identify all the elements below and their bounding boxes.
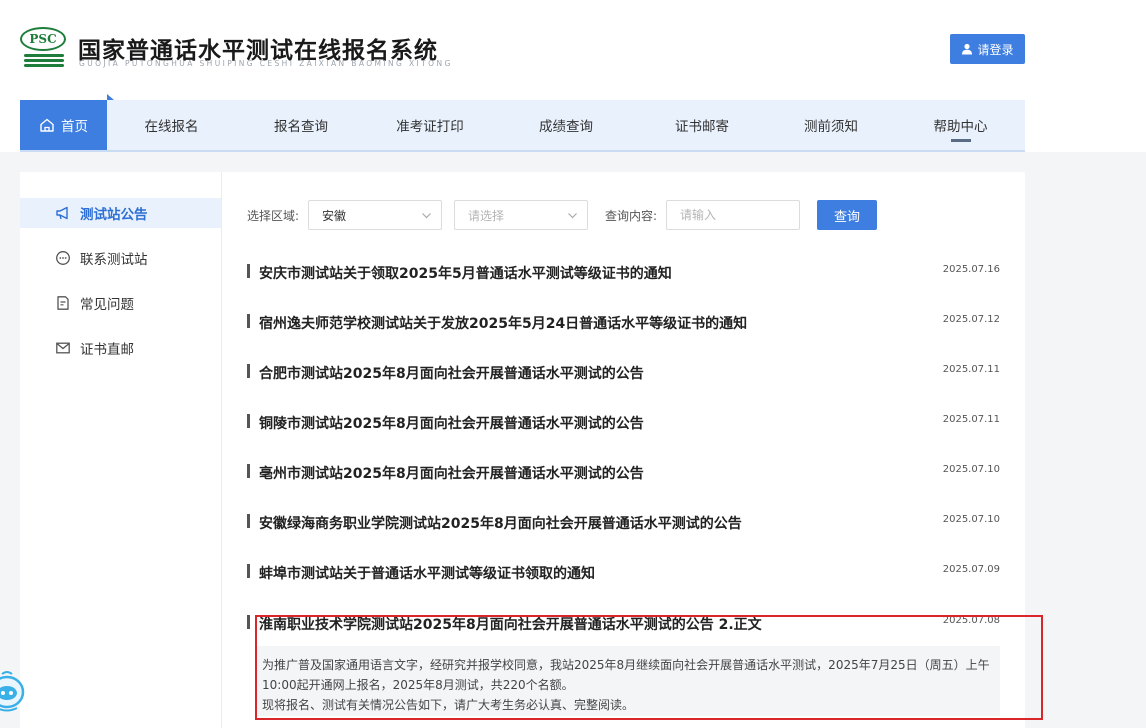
notice-bullet-bar bbox=[247, 514, 250, 528]
home-icon bbox=[40, 118, 54, 132]
notice-title[interactable]: 淮南职业技术学院测试站2025年8月面向社会开展普通话水平测试的公告 2.正文 bbox=[259, 614, 762, 634]
notice-bullet-bar bbox=[247, 615, 250, 629]
nav-label: 成绩查询 bbox=[539, 119, 593, 135]
notice-title[interactable]: 亳州市测试站2025年8月面向社会开展普通话水平测试的公告 bbox=[259, 463, 644, 483]
region-label: 选择区域: bbox=[247, 209, 300, 223]
notice-date: 2025.07.08 bbox=[942, 615, 1000, 626]
content-label: 查询内容: bbox=[605, 209, 658, 223]
notice-excerpt: 为推广普及国家通用语言文字，经研究并报学校同意，我站2025年8月继续面向社会开… bbox=[257, 646, 1000, 716]
notice-title[interactable]: 宿州逸夫师范学校测试站关于发放2025年5月24日普通话水平等级证书的通知 bbox=[259, 313, 747, 333]
excerpt-line: 为推广普及国家通用语言文字，经研究并报学校同意，我站2025年8月继续面向社会开… bbox=[262, 658, 990, 672]
notice-item[interactable]: 安庆市测试站关于领取2025年5月普通话水平测试等级证书的通知 2025.07.… bbox=[247, 257, 1000, 287]
notice-title[interactable]: 铜陵市测试站2025年8月面向社会开展普通话水平测试的公告 bbox=[259, 413, 644, 433]
mail-icon bbox=[56, 342, 70, 354]
notice-bullet-bar bbox=[247, 264, 250, 278]
nav-active-underline bbox=[950, 139, 971, 142]
notice-date: 2025.07.10 bbox=[942, 464, 1000, 475]
notice-item[interactable]: 安徽绿海商务职业学院测试站2025年8月面向社会开展普通话水平测试的公告 202… bbox=[247, 507, 1000, 537]
excerpt-line: 10:00起开通网上报名，2025年8月测试，共220个名额。 bbox=[262, 678, 574, 692]
nav-item-online-registration[interactable]: 在线报名 bbox=[107, 100, 236, 150]
sidebar-item-station-notices[interactable]: 测试站公告 bbox=[20, 198, 221, 228]
city-select[interactable]: 请选择 bbox=[454, 200, 588, 230]
city-placeholder: 请选择 bbox=[468, 208, 505, 223]
notice-title[interactable]: 安庆市测试站关于领取2025年5月普通话水平测试等级证书的通知 bbox=[259, 263, 672, 283]
chat-icon bbox=[56, 251, 70, 265]
sidebar: 测试站公告 联系测试站 常见问题 证书直邮 bbox=[20, 172, 222, 728]
sidebar-item-label: 联系测试站 bbox=[80, 252, 148, 268]
notice-date: 2025.07.11 bbox=[942, 414, 1000, 425]
site-subtitle: GUOJIA PUTONGHUA SHUIPING CESHI ZAIXIAN … bbox=[79, 59, 453, 68]
nav-item-admission-ticket[interactable]: 准考证打印 bbox=[366, 100, 494, 150]
province-select[interactable]: 安徽 bbox=[308, 200, 442, 230]
notice-bullet-bar bbox=[247, 314, 250, 328]
notice-item[interactable]: 亳州市测试站2025年8月面向社会开展普通话水平测试的公告 2025.07.10 bbox=[247, 457, 1000, 487]
nav-label: 证书邮寄 bbox=[675, 119, 729, 135]
notice-item[interactable]: 蚌埠市测试站关于普通话水平测试等级证书领取的通知 2025.07.09 bbox=[247, 557, 1000, 587]
sidebar-item-faq[interactable]: 常见问题 bbox=[20, 288, 221, 318]
sidebar-item-label: 常见问题 bbox=[80, 297, 134, 313]
nav-label: 首页 bbox=[61, 119, 88, 135]
logo-text: PSC bbox=[20, 27, 66, 51]
chevron-down-icon bbox=[568, 213, 577, 219]
nav-label: 测前须知 bbox=[804, 119, 858, 135]
notice-bullet-bar bbox=[247, 414, 250, 428]
psc-logo: PSC bbox=[20, 27, 68, 73]
notice-bullet-bar bbox=[247, 364, 250, 378]
content-card: 测试站公告 联系测试站 常见问题 证书直邮 选择区域: 安徽 请选择 查询内容:… bbox=[20, 172, 1025, 728]
sidebar-item-contact-station[interactable]: 联系测试站 bbox=[20, 243, 221, 273]
nav-item-score-query[interactable]: 成绩查询 bbox=[494, 100, 638, 150]
login-label: 请登录 bbox=[977, 42, 1014, 57]
nav-item-certificate-mail[interactable]: 证书邮寄 bbox=[638, 100, 766, 150]
user-icon bbox=[962, 43, 973, 55]
notice-item[interactable]: 铜陵市测试站2025年8月面向社会开展普通话水平测试的公告 2025.07.11 bbox=[247, 407, 1000, 437]
nav-label: 在线报名 bbox=[144, 119, 199, 135]
nav-item-pretest-notes[interactable]: 测前须知 bbox=[766, 100, 896, 150]
chevron-down-icon bbox=[422, 213, 431, 219]
document-icon bbox=[57, 296, 69, 310]
sidebar-item-certificate-direct-mail[interactable]: 证书直邮 bbox=[20, 333, 221, 363]
megaphone-icon bbox=[56, 206, 68, 220]
notice-item[interactable]: 淮南职业技术学院测试站2025年8月面向社会开展普通话水平测试的公告 2.正文 … bbox=[247, 608, 1000, 638]
sidebar-item-label: 证书直邮 bbox=[80, 342, 134, 358]
notice-title[interactable]: 合肥市测试站2025年8月面向社会开展普通话水平测试的公告 bbox=[259, 363, 644, 383]
nav-label: 报名查询 bbox=[274, 119, 328, 135]
content-search-input[interactable] bbox=[666, 200, 800, 230]
main-nav: 首页 在线报名 报名查询 准考证打印 成绩查询 证书邮寄 测前须知 帮助中心 bbox=[20, 94, 1025, 152]
notice-item[interactable]: 宿州逸夫师范学校测试站关于发放2025年5月24日普通话水平等级证书的通知 20… bbox=[247, 307, 1000, 337]
notice-bullet-bar bbox=[247, 464, 250, 478]
notice-date: 2025.07.11 bbox=[942, 364, 1000, 375]
notice-title[interactable]: 安徽绿海商务职业学院测试站2025年8月面向社会开展普通话水平测试的公告 bbox=[259, 513, 742, 533]
search-bar: 选择区域: 安徽 请选择 查询内容: 查询 bbox=[247, 200, 927, 230]
notice-date: 2025.07.12 bbox=[942, 314, 1000, 325]
notice-item[interactable]: 合肥市测试站2025年8月面向社会开展普通话水平测试的公告 2025.07.11 bbox=[247, 357, 1000, 387]
province-value: 安徽 bbox=[322, 208, 347, 223]
nav-item-registration-query[interactable]: 报名查询 bbox=[236, 100, 366, 150]
nav-item-home[interactable]: 首页 bbox=[20, 94, 114, 150]
nav-label: 帮助中心 bbox=[933, 119, 988, 135]
notice-bullet-bar bbox=[247, 564, 250, 578]
nav-item-help-center[interactable]: 帮助中心 bbox=[896, 100, 1025, 150]
notice-date: 2025.07.09 bbox=[942, 564, 1000, 575]
notice-date: 2025.07.10 bbox=[942, 514, 1000, 525]
nav-label: 准考证打印 bbox=[396, 119, 464, 135]
notice-date: 2025.07.16 bbox=[942, 264, 1000, 275]
robot-assistant-icon[interactable] bbox=[0, 670, 26, 714]
login-button[interactable]: 请登录 bbox=[950, 34, 1025, 64]
excerpt-line: 现将报名、测试有关情况公告如下，请广大考生务必认真、完整阅读。 bbox=[262, 698, 635, 712]
query-button[interactable]: 查询 bbox=[817, 200, 877, 230]
logo-books-icon bbox=[24, 54, 64, 69]
sidebar-item-label: 测试站公告 bbox=[80, 207, 148, 223]
notice-title[interactable]: 蚌埠市测试站关于普通话水平测试等级证书领取的通知 bbox=[259, 563, 595, 583]
